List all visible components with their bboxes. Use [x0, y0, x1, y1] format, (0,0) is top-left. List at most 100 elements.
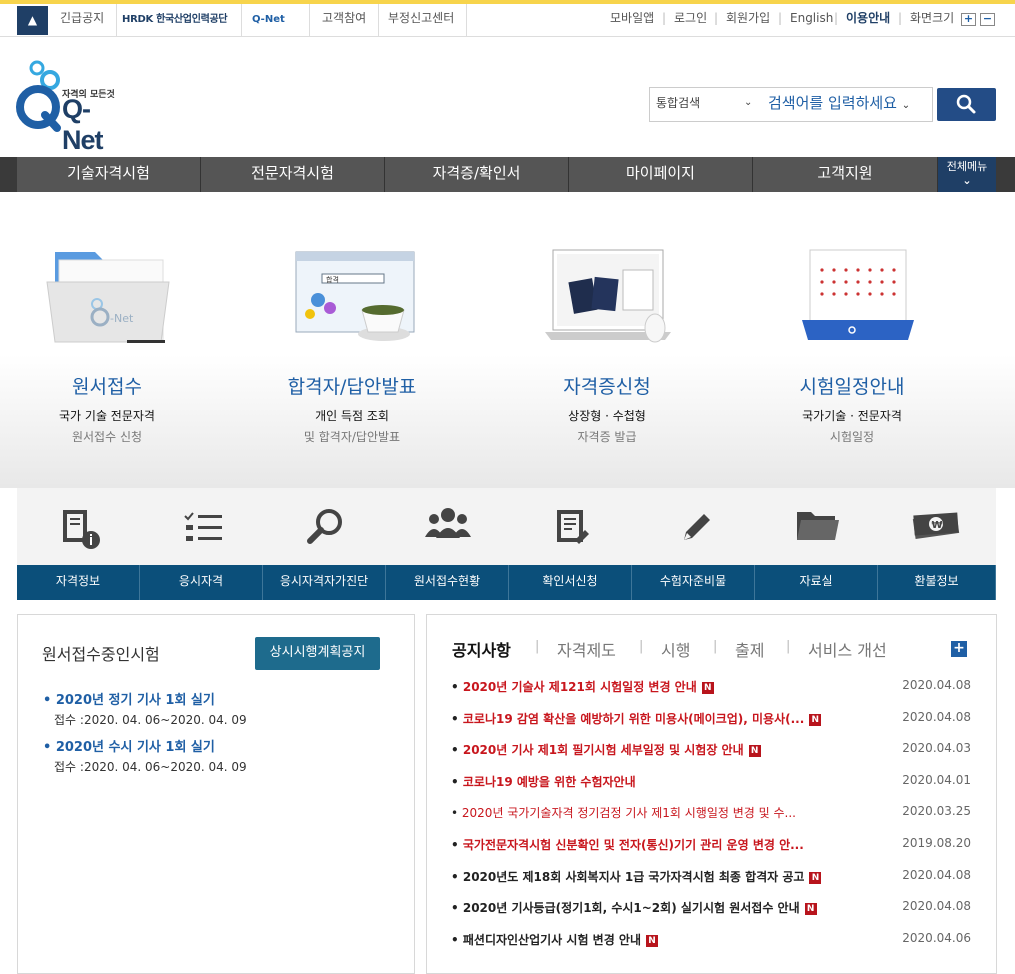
quick-label: 환불정보: [878, 565, 996, 600]
exam-date: 접수 :2020. 04. 06~2020. 04. 09: [54, 713, 247, 727]
notice-item[interactable]: • 코로나19 감염 확산을 예방하기 위한 미용사(메이크업), 미용사(..…: [451, 710, 971, 730]
service-desc-2: 및 합격자/답안발표: [303, 430, 401, 444]
new-badge-icon: N: [804, 903, 817, 916]
customer-participation-link[interactable]: 고객참여: [310, 4, 380, 37]
qnet-logo[interactable]: 자격의 모든것 Q-Net: [15, 60, 130, 155]
emergency-notice-link[interactable]: 긴급공지: [48, 4, 118, 37]
service-desc-1: 개인 득점 조회: [315, 409, 389, 423]
exam-item[interactable]: • 2020년 정기 기사 1회 실기 접수 :2020. 04. 06~202…: [43, 689, 247, 728]
bullet: •: [451, 838, 463, 852]
search-placeholder: 검색어를 입력하세요: [768, 94, 897, 112]
regular-plan-notice-button[interactable]: 상시시행계획공지: [255, 637, 380, 670]
zoom-out-button[interactable]: −: [980, 13, 995, 26]
notice-title-text: 코로나19 감염 확산을 예방하기 위한 미용사(메이크업), 미용사(...: [462, 711, 805, 726]
all-menu-button[interactable]: 전체메뉴 ⌄: [938, 157, 996, 192]
divider: |: [662, 11, 667, 25]
more-plus-icon[interactable]: +: [951, 641, 967, 657]
quick-application-status[interactable]: 원서접수현황: [386, 488, 509, 600]
notice-title: • 국가전문자격시험 신분확인 및 전자(통신)기기 관리 운영 변경 안...: [451, 836, 804, 853]
quick-eligibility[interactable]: 응시자격: [140, 488, 263, 600]
notice-item[interactable]: • 2020년 기술사 제121회 시험일정 변경 안내 N 2020.04.08: [451, 678, 971, 698]
notice-title-text: 패션디자인산업기사 시험 변경 안내: [462, 932, 641, 947]
utility-bar: ▲ 긴급공지 HRDK 한국산업인력공단 Q-Net 고객참여 부정신고센터 모…: [0, 0, 1015, 37]
notice-title-text: 2020년도 제18회 사회복지사 1급 국가자격시험 최종 합격자 공고: [462, 869, 805, 884]
quick-refund-info[interactable]: ₩ 환불정보: [878, 488, 996, 600]
scroll-top-button[interactable]: ▲: [17, 6, 48, 35]
bullet: •: [451, 711, 463, 726]
notice-date: 2020.04.03: [902, 741, 971, 756]
notice-item[interactable]: • 패션디자인산업기사 시험 변경 안내 N 2020.04.06: [451, 931, 971, 951]
new-badge-icon: N: [809, 871, 822, 884]
calendar-illustration: [802, 249, 914, 340]
notice-date: 2020.04.08: [902, 709, 971, 724]
english-link[interactable]: English: [790, 4, 833, 37]
nav-professional-qualification[interactable]: 전문자격시험: [201, 157, 385, 192]
bullet: •: [451, 901, 463, 916]
notice-item[interactable]: • 코로나19 예방을 위한 수험자안내 2020.04.01: [451, 773, 971, 793]
nav-technical-qualification[interactable]: 기술자격시험: [17, 157, 201, 192]
divider: |: [535, 639, 540, 654]
mobile-app-link[interactable]: 모바일앱: [610, 4, 654, 37]
notice-item[interactable]: • 국가전문자격시험 신분확인 및 전자(통신)기기 관리 운영 변경 안...…: [451, 836, 971, 856]
notice-title-text: 코로나19 예방을 위한 수험자안내: [462, 774, 636, 789]
tab-service-improvement[interactable]: 서비스 개선: [808, 637, 887, 661]
chevron-down-icon: ⌄: [901, 100, 911, 111]
divider: |: [834, 11, 839, 25]
notice-item[interactable]: • 2020년 국가기술자격 정기검정 기사 제1회 시행일정 변경 및 수..…: [451, 804, 971, 824]
notice-title: • 2020년 기사등급(정기1회, 수시1~2회) 실기시험 원서접수 안내 N: [451, 899, 817, 916]
tab-notice[interactable]: 공지사항: [452, 637, 511, 661]
service-desc-1: 국가기술 · 전문자격: [802, 409, 902, 423]
usage-guide-link[interactable]: 이용안내: [846, 4, 890, 37]
open-exams-panel: 원서접수중인시험 상시시행계획공지 • 2020년 정기 기사 1회 실기 접수…: [17, 614, 415, 974]
quick-confirmation-request[interactable]: 확인서신청: [509, 488, 632, 600]
notice-title-text: 2020년 기술사 제121회 시험일정 변경 안내: [462, 680, 697, 694]
service-title: 원서접수: [72, 376, 142, 398]
quick-label: 수험자준비물: [632, 565, 755, 600]
service-desc-1: 상장형 · 수첩형: [568, 409, 646, 423]
notice-title-text: 2020년 기사등급(정기1회, 수시1~2회) 실기시험 원서접수 안내: [462, 901, 800, 916]
exam-name: 2020년 정기 기사 1회 실기: [55, 693, 215, 708]
tab-administration[interactable]: 시행: [661, 637, 690, 661]
new-badge-icon: N: [701, 682, 714, 694]
folder-illustration: -Net: [46, 252, 170, 343]
quick-archive[interactable]: 자료실: [755, 488, 878, 600]
qnet-link[interactable]: Q-Net: [242, 4, 310, 37]
quick-candidate-items[interactable]: 수험자준비물: [632, 488, 755, 600]
divider: |: [786, 639, 791, 654]
service-desc-1: 국가 기술 전문자격: [59, 409, 155, 423]
notice-title: • 2020년도 제18회 사회복지사 1급 국가자격시험 최종 합격자 공고 N: [451, 868, 822, 885]
tab-qualification-system[interactable]: 자격제도: [557, 637, 616, 661]
search-input[interactable]: 검색어를 입력하세요 ⌄: [762, 88, 932, 121]
hrdk-link[interactable]: HRDK 한국산업인력공단: [112, 4, 242, 37]
pencil-icon: [684, 514, 710, 540]
nav-mypage[interactable]: 마이페이지: [569, 157, 753, 192]
people-icon: [425, 508, 471, 538]
quick-label: 원서접수현황: [386, 565, 509, 600]
zoom-in-button[interactable]: +: [961, 13, 976, 26]
signup-link[interactable]: 회원가입: [726, 4, 770, 37]
svg-text:합격: 합격: [326, 275, 339, 284]
chevron-down-icon: ⌄: [962, 174, 972, 187]
quick-label: 자료실: [755, 565, 878, 600]
search-icon: [956, 94, 976, 114]
logo-text: Q-Net: [62, 94, 104, 155]
exam-item[interactable]: • 2020년 수시 기사 1회 실기 접수 :2020. 04. 06~202…: [43, 736, 247, 775]
tab-question-setting[interactable]: 출제: [735, 637, 764, 661]
notice-item[interactable]: • 2020년 기사 제1회 필기시험 세부일정 및 시험장 안내 N 2020.0…: [451, 741, 971, 761]
quick-self-diagnosis[interactable]: 응시자격자가진단: [263, 488, 386, 600]
quick-qualification-info[interactable]: 자격정보: [17, 488, 140, 600]
login-link[interactable]: 로그인: [674, 4, 707, 37]
notice-date: 2020.03.25: [902, 804, 971, 819]
exam-name: 2020년 수시 기사 1회 실기: [55, 740, 215, 755]
notice-title: • 2020년 국가기술자격 정기검정 기사 제1회 시행일정 변경 및 수..…: [451, 804, 796, 821]
search-button[interactable]: [937, 88, 996, 121]
nav-customer-support[interactable]: 고객지원: [753, 157, 938, 192]
chevron-down-icon: ⌄: [744, 97, 753, 108]
new-badge-icon: N: [646, 934, 658, 947]
fraud-report-link[interactable]: 부정신고센터: [376, 4, 468, 37]
nav-certificate[interactable]: 자격증/확인서: [385, 157, 569, 192]
notice-item[interactable]: • 2020년 기사등급(정기1회, 수시1~2회) 실기시험 원서접수 안내 N…: [451, 899, 971, 919]
main-navigation: 기술자격시험 전문자격시험 자격증/확인서 마이페이지 고객지원 전체메뉴 ⌄: [0, 157, 1015, 192]
notice-item[interactable]: • 2020년도 제18회 사회복지사 1급 국가자격시험 최종 합격자 공고 N…: [451, 868, 971, 888]
search-type-select[interactable]: 통합검색 ⌄: [650, 88, 760, 121]
